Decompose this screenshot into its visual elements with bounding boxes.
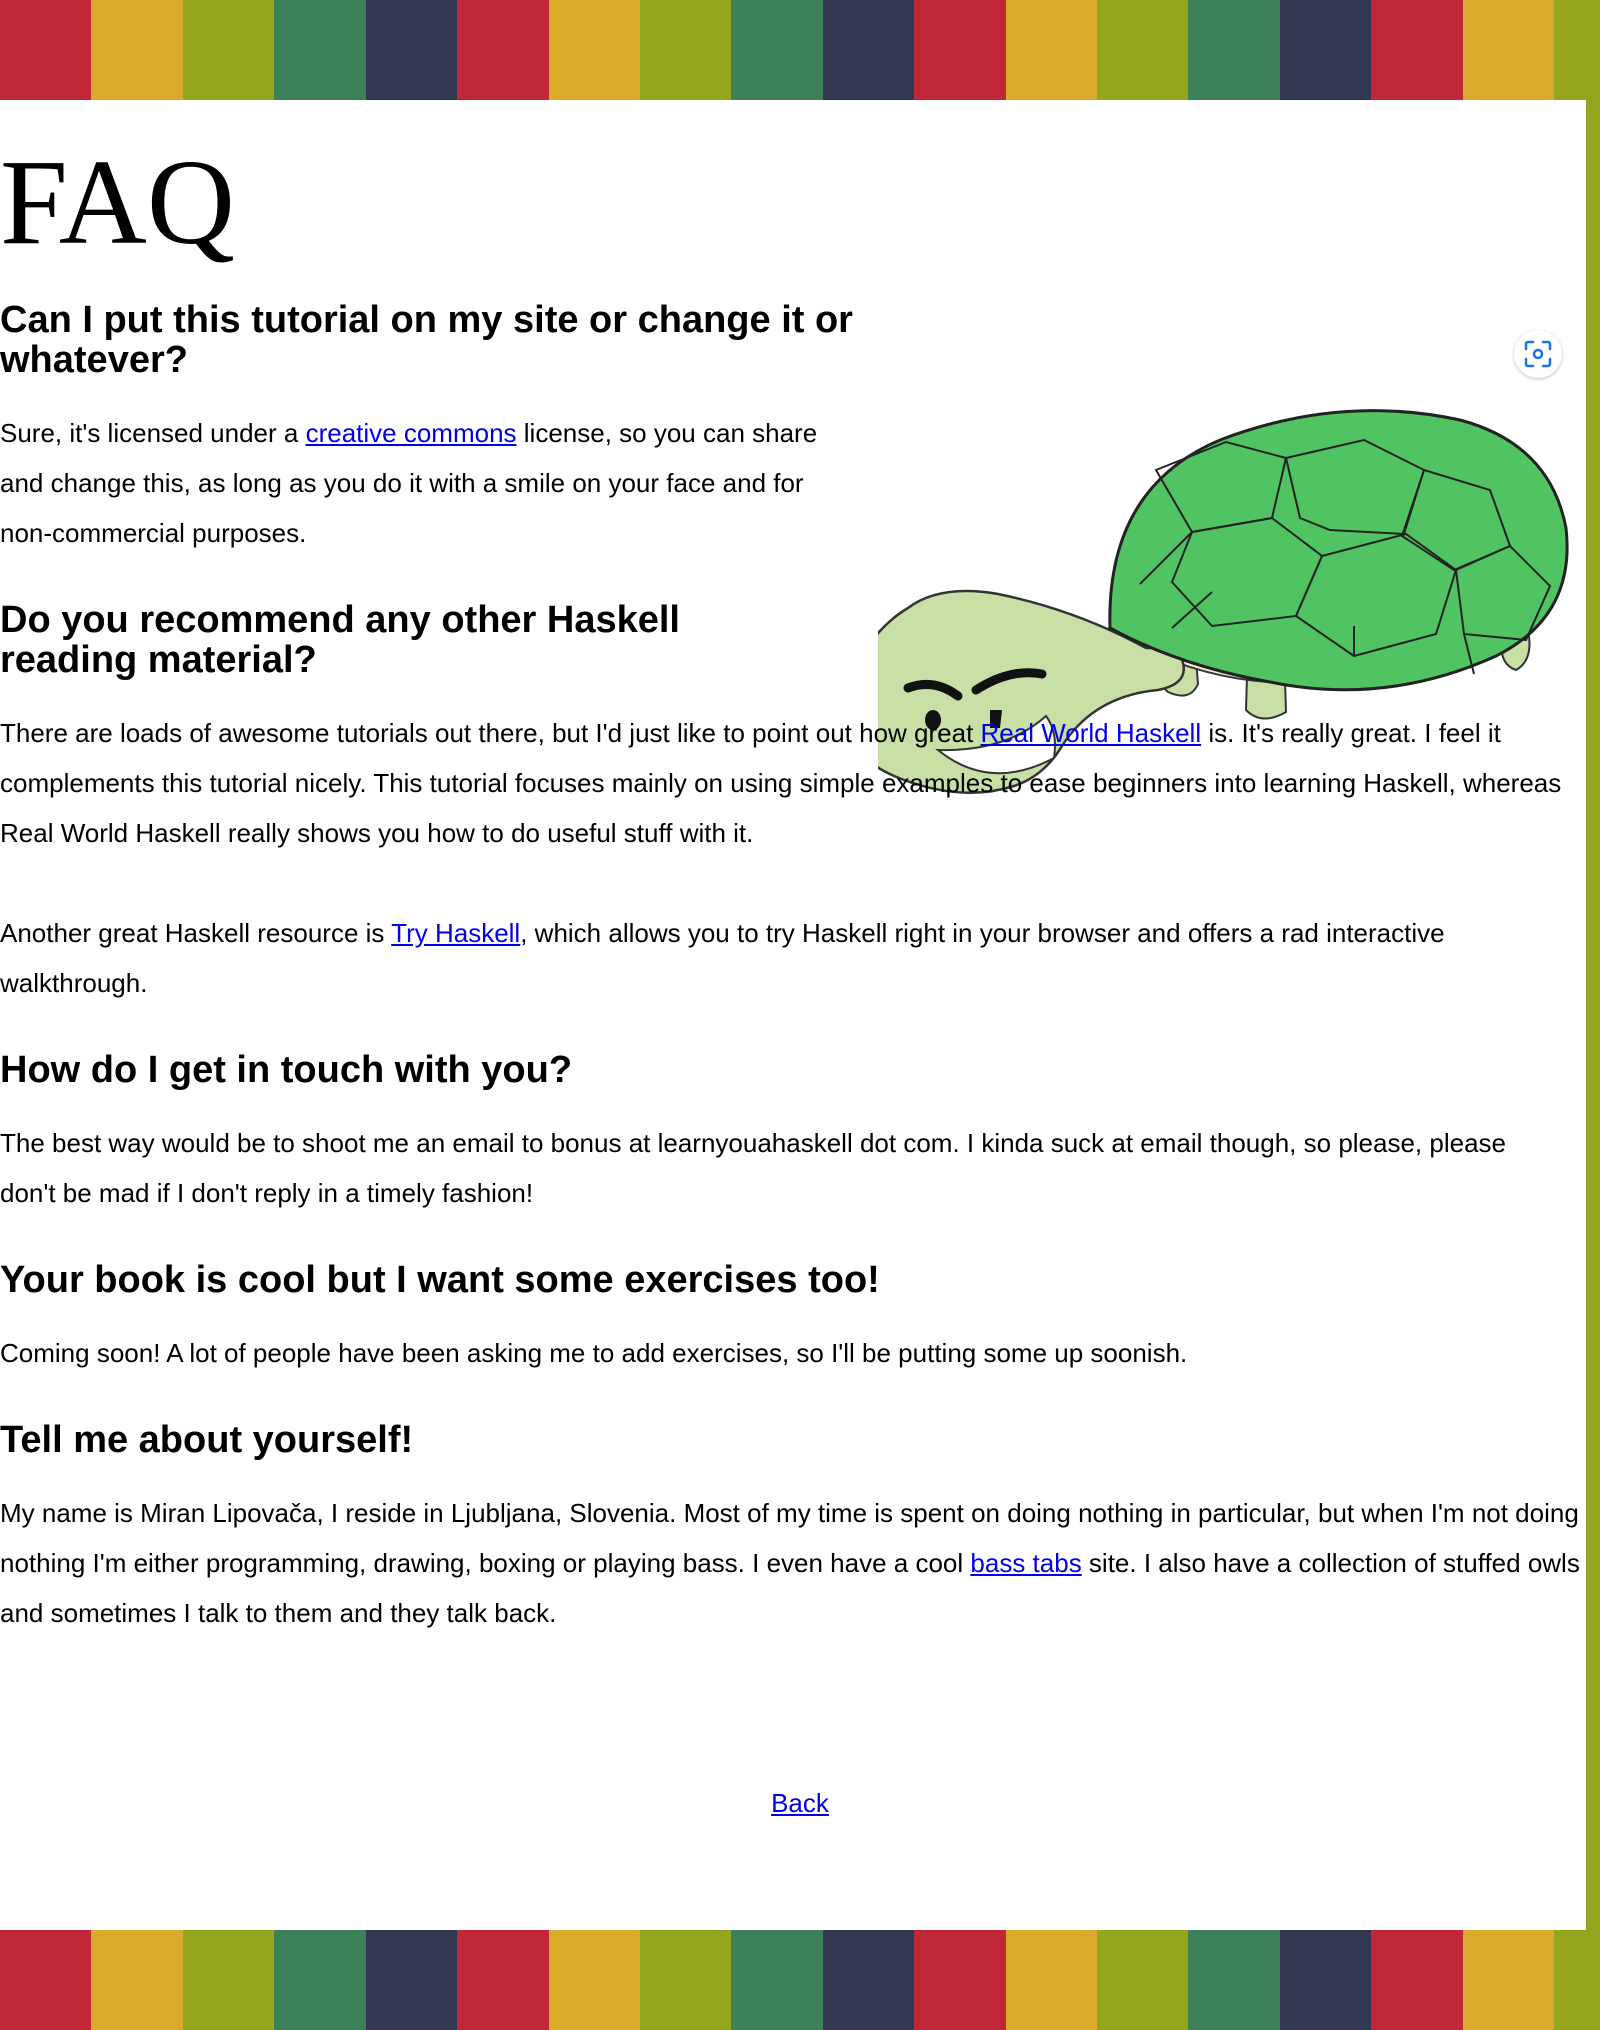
stripe-segment xyxy=(548,1930,640,2030)
back-link[interactable]: Back xyxy=(771,1788,829,1818)
faq-question: Can I put this tutorial on my site or ch… xyxy=(0,299,853,381)
stripe-segment xyxy=(822,0,915,100)
stripe-segment xyxy=(1188,1930,1280,2030)
faq-question: Do you recommend any other Haskell readi… xyxy=(0,599,680,681)
stripe-segment xyxy=(914,0,1006,100)
stripe-segment xyxy=(822,1930,915,2030)
stripe-segment xyxy=(1097,1930,1189,2030)
faq-answer: There are loads of awesome tutorials out… xyxy=(0,708,1586,858)
stripe-segment xyxy=(1005,1930,1098,2030)
faq-item: Your book is cool but I want some exerci… xyxy=(0,1260,1586,1378)
top-stripe-banner xyxy=(0,0,1600,100)
stripe-segment xyxy=(914,1930,1006,2030)
stripe-segment xyxy=(1279,1930,1372,2030)
stripe-segment xyxy=(0,1930,92,2030)
stripe-segment xyxy=(548,0,640,100)
stripe-segment xyxy=(1097,0,1189,100)
stripe-segment xyxy=(639,0,732,100)
stripe-segment xyxy=(274,1930,366,2030)
faq-question: Your book is cool but I want some exerci… xyxy=(0,1259,880,1301)
stripe-segment xyxy=(1371,1930,1463,2030)
stripe-segment xyxy=(182,1930,275,2030)
faq-question: How do I get in touch with you? xyxy=(0,1049,573,1091)
faq-content: Can I put this tutorial on my site or ch… xyxy=(0,300,1586,1638)
faq-answer: Coming soon! A lot of people have been a… xyxy=(0,1338,1188,1368)
stripe-segment xyxy=(1462,0,1555,100)
faq-answer: Another great Haskell resource is Try Ha… xyxy=(0,908,1580,1008)
stripe-segment xyxy=(0,0,92,100)
faq-item: Can I put this tutorial on my site or ch… xyxy=(0,300,1586,558)
stripe-segment xyxy=(1005,0,1098,100)
faq-answer: The best way would be to shoot me an ema… xyxy=(0,1128,1506,1208)
page-title: FAQ xyxy=(0,135,236,270)
answer-text: There are loads of awesome tutorials out… xyxy=(0,718,981,748)
stripe-segment xyxy=(1462,1930,1555,2030)
stripe-segment xyxy=(1554,0,1600,100)
bass-tabs-link[interactable]: bass tabs xyxy=(970,1548,1081,1578)
try-haskell-link[interactable]: Try Haskell xyxy=(391,918,520,948)
stripe-segment xyxy=(1554,1930,1600,2030)
bottom-stripe-banner xyxy=(0,1930,1600,2030)
faq-question: Tell me about yourself! xyxy=(0,1419,414,1461)
creative-commons-link[interactable]: creative commons xyxy=(306,418,517,448)
stripe-segment xyxy=(365,1930,458,2030)
stripe-segment xyxy=(731,0,823,100)
faq-item: Do you recommend any other Haskell readi… xyxy=(0,600,1586,1008)
stripe-segment xyxy=(457,0,549,100)
stripe-segment xyxy=(365,0,458,100)
stripe-segment xyxy=(182,0,275,100)
stripe-segment xyxy=(1371,0,1463,100)
stripe-segment xyxy=(731,1930,823,2030)
answer-text: Sure, it's licensed under a xyxy=(0,418,306,448)
stripe-segment xyxy=(91,0,183,100)
stripe-segment xyxy=(274,0,366,100)
stripe-segment xyxy=(639,1930,732,2030)
real-world-haskell-link[interactable]: Real World Haskell xyxy=(981,718,1202,748)
answer-text: Another great Haskell resource is xyxy=(0,918,392,948)
stripe-segment xyxy=(1188,0,1280,100)
stripe-segment xyxy=(1279,0,1372,100)
stripe-segment xyxy=(91,1930,183,2030)
back-link-container: Back xyxy=(0,1778,1586,1828)
faq-answer: Sure, it's licensed under a creative com… xyxy=(0,408,860,558)
faq-answer: My name is Miran Lipovača, I reside in L… xyxy=(0,1488,1586,1638)
stripe-segment xyxy=(457,1930,549,2030)
page-content: FAQ Can I put this tutorial on my site o… xyxy=(0,100,1586,1930)
faq-item: Tell me about yourself! My name is Miran… xyxy=(0,1420,1586,1638)
faq-item: How do I get in touch with you? The best… xyxy=(0,1050,1586,1218)
